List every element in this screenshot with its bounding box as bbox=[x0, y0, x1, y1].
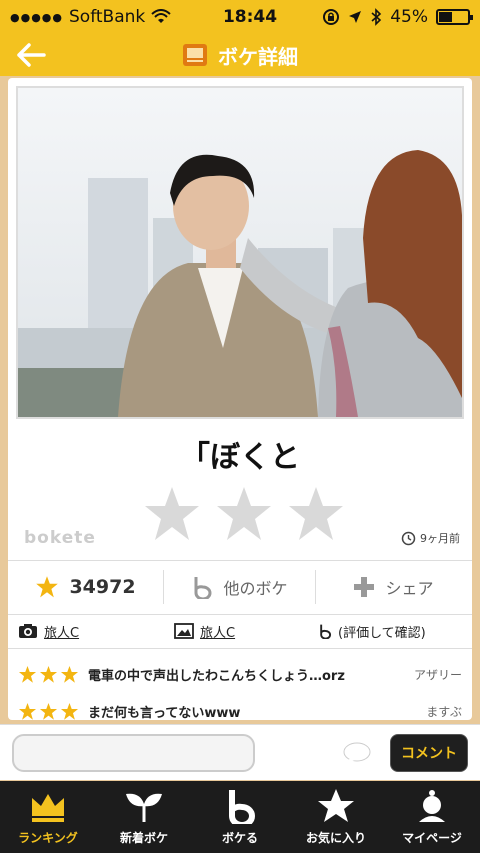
star-icon bbox=[318, 789, 354, 822]
b-logo-icon bbox=[194, 577, 212, 599]
credits-row: 旅人C 旅人C (評価して確認) bbox=[8, 618, 472, 644]
status-right: 45% bbox=[300, 7, 473, 27]
bokeh-photo[interactable] bbox=[16, 86, 464, 419]
other-bokeh-button[interactable]: 他のボケ bbox=[163, 570, 315, 604]
speech-bubble-icon bbox=[343, 742, 371, 763]
signal-strength-icon: ●●●●● bbox=[10, 10, 63, 24]
comment-input[interactable] bbox=[12, 733, 255, 772]
image-credit-name[interactable]: 旅人C bbox=[200, 622, 235, 641]
clock-icon bbox=[401, 531, 416, 545]
star-icon bbox=[60, 665, 79, 683]
battery-icon bbox=[436, 9, 473, 25]
status-time: 18:44 bbox=[222, 7, 278, 27]
status-bar: ●●●●● SoftBank 18:44 45% bbox=[0, 0, 480, 34]
bokeh-text: まだ何も言ってないwww bbox=[88, 705, 241, 721]
battery-percent: 45% bbox=[390, 7, 428, 27]
tab-label: 新着ボケ bbox=[119, 831, 168, 845]
star-icon bbox=[39, 665, 58, 683]
bokeh-user[interactable]: ますぶ bbox=[392, 703, 462, 720]
comment-bar: コメント bbox=[0, 724, 480, 780]
bokeh-user[interactable]: アザリー bbox=[392, 666, 462, 683]
battery-level bbox=[439, 12, 452, 22]
tab-new-bokeh[interactable]: 新着ボケ bbox=[96, 781, 192, 853]
wifi-icon bbox=[151, 9, 171, 23]
share-button[interactable]: シェア bbox=[315, 570, 471, 604]
b-logo-icon bbox=[229, 790, 255, 824]
tab-label: ボケる bbox=[221, 831, 258, 845]
tab-ranking[interactable]: ランキング bbox=[0, 781, 96, 853]
tab-label: お気に入り bbox=[305, 831, 366, 845]
tab-favorites[interactable]: お気に入り bbox=[288, 781, 384, 853]
mini-rating-stars bbox=[18, 702, 88, 721]
star-icon bbox=[18, 702, 37, 720]
crown-icon bbox=[32, 794, 64, 822]
rating-hint-text: (評価して確認) bbox=[338, 625, 426, 641]
bokeh-caption: 「ぼくと bbox=[180, 440, 300, 475]
comment-submit-button[interactable]: コメント bbox=[390, 733, 468, 772]
b-logo-icon bbox=[320, 624, 332, 639]
carrier-name: SoftBank bbox=[69, 7, 146, 27]
rotation-lock-icon bbox=[323, 9, 340, 25]
rating-hint[interactable]: (評価して確認) bbox=[318, 622, 472, 641]
bokete-watermark: bokete bbox=[24, 528, 96, 548]
rate-star-3-icon[interactable] bbox=[286, 484, 346, 544]
action-row: 34972 他のボケ シェア bbox=[8, 562, 472, 612]
tab-label: ランキング bbox=[18, 831, 78, 845]
star-icon bbox=[60, 702, 79, 720]
photo-credit[interactable]: 旅人C bbox=[8, 622, 168, 641]
bokeh-list-item[interactable]: 電車の中で声出したわこんちくしょう…orz アザリー bbox=[18, 661, 462, 687]
sprout-icon bbox=[126, 793, 162, 822]
score-count: 34972 bbox=[69, 576, 136, 598]
divider bbox=[8, 560, 472, 561]
mini-rating-stars bbox=[18, 665, 88, 684]
nav-bar: ボケ詳細 bbox=[0, 34, 480, 76]
image-icon bbox=[174, 623, 194, 639]
score-cell: 34972 bbox=[8, 570, 163, 604]
back-arrow-icon[interactable] bbox=[14, 40, 48, 70]
photo-credit-name[interactable]: 旅人C bbox=[44, 622, 79, 641]
divider bbox=[8, 614, 472, 615]
plus-icon bbox=[354, 577, 375, 597]
post-age: 9ヶ月前 bbox=[401, 530, 460, 546]
status-left: ●●●●● SoftBank bbox=[10, 7, 180, 27]
tab-post-bokeh[interactable]: ボケる bbox=[192, 781, 288, 853]
divider bbox=[8, 648, 472, 649]
bokeh-detail-card: 「ぼくと bokete 9ヶ月前 34972 他のボケ シェア 旅人C 旅人C … bbox=[8, 78, 472, 721]
photo-frame-icon bbox=[183, 44, 207, 66]
page-title: ボケ詳細 bbox=[218, 44, 298, 69]
tab-bar: ランキング 新着ボケ ボケる お気に入り マイページ bbox=[0, 781, 480, 853]
nav-title-group: ボケ詳細 bbox=[182, 41, 298, 70]
rating-stars[interactable] bbox=[142, 484, 346, 544]
post-age-text: 9ヶ月前 bbox=[420, 532, 460, 545]
comment-input-wrap bbox=[12, 733, 380, 772]
bluetooth-icon bbox=[371, 8, 382, 26]
other-bokeh-label: 他のボケ bbox=[223, 579, 288, 598]
share-label: シェア bbox=[385, 579, 434, 598]
rate-star-2-icon[interactable] bbox=[214, 484, 274, 544]
tab-label: マイページ bbox=[402, 831, 462, 845]
star-icon bbox=[18, 665, 37, 683]
rate-star-1-icon[interactable] bbox=[142, 484, 202, 544]
tab-mypage[interactable]: マイページ bbox=[384, 781, 480, 853]
image-credit[interactable]: 旅人C bbox=[168, 622, 318, 641]
bokeh-list-item[interactable]: まだ何も言ってないwww ますぶ bbox=[18, 698, 462, 724]
star-icon bbox=[39, 702, 58, 720]
bokeh-text: 電車の中で声出したわこんちくしょう…orz bbox=[88, 668, 345, 684]
photo-illustration bbox=[18, 88, 462, 417]
camera-icon bbox=[19, 624, 37, 638]
star-icon bbox=[36, 576, 59, 598]
figure-icon bbox=[419, 790, 445, 822]
location-arrow-icon bbox=[349, 11, 362, 23]
